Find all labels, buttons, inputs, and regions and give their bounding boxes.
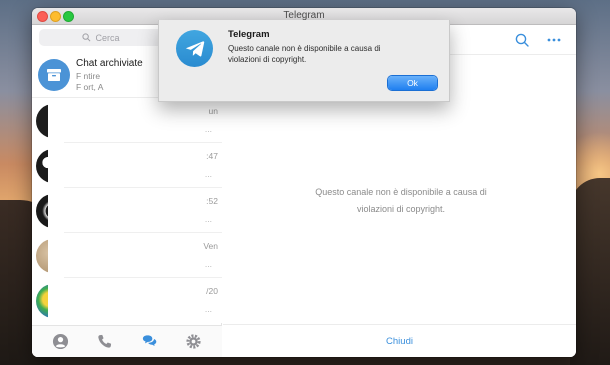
alert-title: Telegram [228, 29, 270, 40]
alert-dialog: Telegram Questo canale non è disponibile… [158, 20, 450, 102]
chat-preview: ... [204, 259, 212, 269]
unavailable-channel-message: Questo canale non è disponibile a causa … [315, 187, 487, 214]
search-icon[interactable] [513, 31, 531, 49]
chats-icon [142, 335, 157, 347]
search-icon [82, 33, 91, 42]
tab-calls[interactable] [94, 331, 116, 353]
ok-button[interactable]: Ok [388, 76, 437, 90]
bottom-tab-bar [32, 325, 222, 357]
search-placeholder: Cerca [95, 32, 120, 43]
chat-preview: ... [204, 304, 212, 314]
main-footer: Chiudi [223, 324, 576, 357]
chat-list-item[interactable]: Ven ... [32, 233, 222, 278]
chat-time: un [208, 106, 218, 116]
chat-time: :47 [206, 151, 218, 161]
chat-time: /20 [206, 286, 218, 296]
archived-chats-title: Chat archiviate [76, 58, 143, 69]
phone-icon [98, 334, 112, 348]
chat-time: Ven [203, 241, 218, 251]
chat-item-body: /20 ... [48, 278, 222, 323]
settings-icon [186, 334, 201, 349]
chat-preview: ... [204, 169, 212, 179]
search-field[interactable]: Cerca [39, 29, 163, 46]
archived-preview-line-1: F ntire [76, 71, 101, 81]
telegram-logo-icon [176, 30, 213, 67]
chat-item-body: :47 ... [48, 143, 222, 188]
tab-chats[interactable] [138, 331, 160, 353]
archived-preview-line-2: F ort, A [76, 82, 104, 92]
chat-item-body: :52 ... [48, 188, 222, 233]
more-options-icon[interactable] [545, 31, 563, 49]
chat-list-item[interactable]: :47 ... [32, 143, 222, 188]
chat-list-item[interactable]: un ... [32, 98, 222, 143]
alert-message: Questo canale non è disponibile a causa … [228, 44, 381, 64]
chat-preview: ... [204, 214, 212, 224]
tab-contacts[interactable] [49, 331, 71, 353]
chat-list-item[interactable]: /20 ... [32, 278, 222, 323]
chat-preview: ... [204, 124, 212, 134]
archive-icon [38, 59, 70, 91]
chat-list: un ... :47 ... :52 ... Ven ... /20 ... [32, 98, 222, 328]
chat-item-body: un ... [48, 98, 222, 143]
tab-settings[interactable] [183, 331, 205, 353]
chat-item-body: Ven ... [48, 233, 222, 278]
close-channel-button[interactable]: Chiudi [386, 336, 413, 347]
chat-time: :52 [206, 196, 218, 206]
desktop-hill-right [570, 178, 610, 365]
archived-chats-preview: F ntire F ort, A [76, 71, 164, 93]
contacts-icon [52, 333, 68, 350]
chat-list-item[interactable]: :52 ... [32, 188, 222, 233]
